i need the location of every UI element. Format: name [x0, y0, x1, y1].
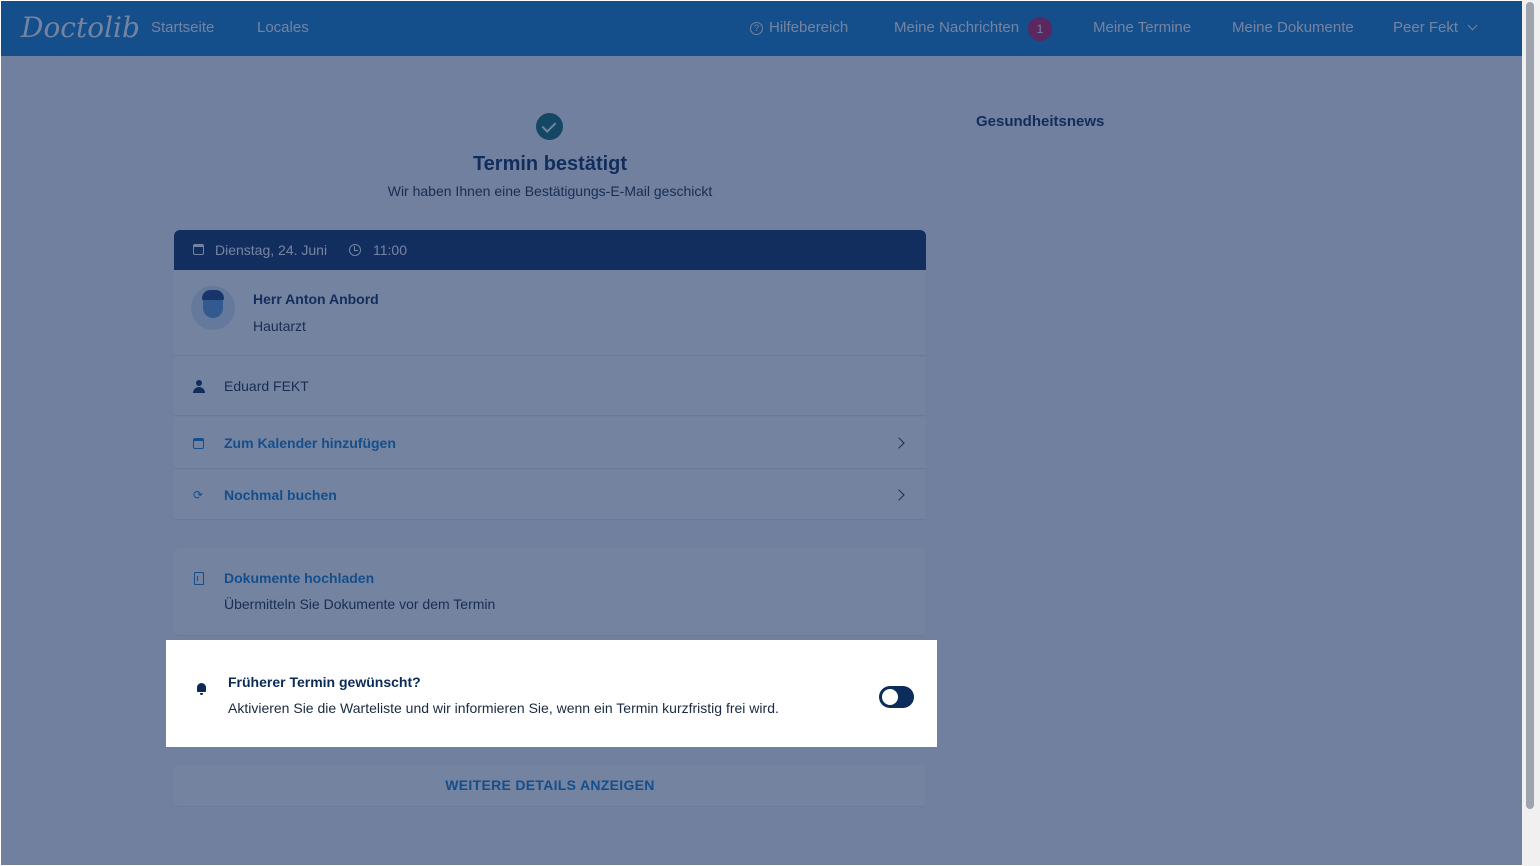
- doctor-name: Herr Anton Anbord: [253, 291, 379, 307]
- upload-documents-desc: Übermitteln Sie Dokumente vor dem Termin: [224, 596, 496, 612]
- doctolib-logo[interactable]: Doctolib: [21, 11, 140, 44]
- nav-documents[interactable]: Meine Dokumente: [1232, 19, 1354, 36]
- top-nav: Doctolib Startseite Locales ? Hilfebereic…: [1, 1, 1522, 56]
- scrollbar-thumb[interactable]: [1526, 2, 1534, 809]
- nav-locales[interactable]: Locales: [257, 19, 309, 36]
- calendar-add-icon: [193, 438, 204, 449]
- nav-appointments[interactable]: Meine Termine: [1093, 19, 1191, 36]
- user-menu[interactable]: Peer Fekt: [1393, 19, 1478, 36]
- waitlist-toggle[interactable]: [879, 686, 914, 708]
- messages-badge: 1: [1028, 17, 1052, 41]
- waitlist-spotlight: Früherer Termin gewünscht? Aktivieren Si…: [166, 640, 937, 747]
- nav-startseite[interactable]: Startseite: [151, 19, 214, 36]
- more-details-button[interactable]: WEITERE DETAILS ANZEIGEN: [174, 777, 926, 793]
- chevron-right-icon: [893, 489, 905, 501]
- health-news-title: Gesundheitsnews: [976, 113, 1105, 130]
- book-again-link[interactable]: Nochmal buchen: [224, 487, 337, 503]
- check-circle-icon: [536, 113, 563, 140]
- doctor-avatar: [191, 286, 235, 330]
- waitlist-title: Früherer Termin gewünscht?: [228, 674, 421, 690]
- documents-card[interactable]: Dokumente hochladen Übermitteln Sie Doku…: [174, 548, 926, 636]
- patient-name: Eduard FEKT: [224, 378, 309, 394]
- app-window: Doctolib Startseite Locales ? Hilfebereic…: [1, 1, 1522, 865]
- upload-documents-link[interactable]: Dokumente hochladen: [224, 570, 374, 586]
- more-details-card[interactable]: WEITERE DETAILS ANZEIGEN: [174, 765, 926, 807]
- appointment-date: Dienstag, 24. Juni: [215, 242, 328, 258]
- add-to-calendar-row[interactable]: Zum Kalender hinzufügen: [174, 417, 926, 469]
- nav-help[interactable]: ? Hilfebereich: [750, 19, 848, 36]
- document-upload-icon: [194, 572, 204, 585]
- patient-row: Eduard FEKT: [174, 357, 926, 416]
- help-icon: ?: [750, 22, 763, 35]
- clock-icon: [349, 244, 361, 256]
- page-title: Termin bestätigt: [472, 153, 628, 175]
- appointment-time: 11:00: [373, 242, 407, 258]
- user-name: Peer Fekt: [1393, 19, 1459, 36]
- add-calendar-link[interactable]: Zum Kalender hinzufügen: [224, 435, 396, 451]
- waitlist-description: Aktivieren Sie die Warteliste und wir in…: [228, 700, 779, 716]
- confirmation-subtitle: Wir haben Ihnen eine Bestätigungs-E-Mail…: [387, 183, 713, 199]
- calendar-icon: [193, 244, 204, 255]
- waitlist-card: Früherer Termin gewünscht? Aktivieren Si…: [177, 652, 929, 738]
- doctor-row[interactable]: Herr Anton Anbord Hautarzt: [174, 270, 926, 356]
- chevron-right-icon: [893, 437, 905, 449]
- book-again-row[interactable]: ⟳ Nochmal buchen: [174, 470, 926, 520]
- person-icon: [193, 380, 205, 393]
- chevron-down-icon: [1467, 20, 1478, 31]
- appointment-header: Dienstag, 24. Juni 11:00: [174, 230, 926, 270]
- bell-icon: [196, 683, 207, 695]
- refresh-icon: ⟳: [193, 488, 204, 502]
- doctor-specialty: Hautarzt: [253, 318, 306, 334]
- nav-help-label: Hilfebereich: [769, 19, 849, 36]
- nav-messages[interactable]: Meine Nachrichten: [894, 19, 1019, 36]
